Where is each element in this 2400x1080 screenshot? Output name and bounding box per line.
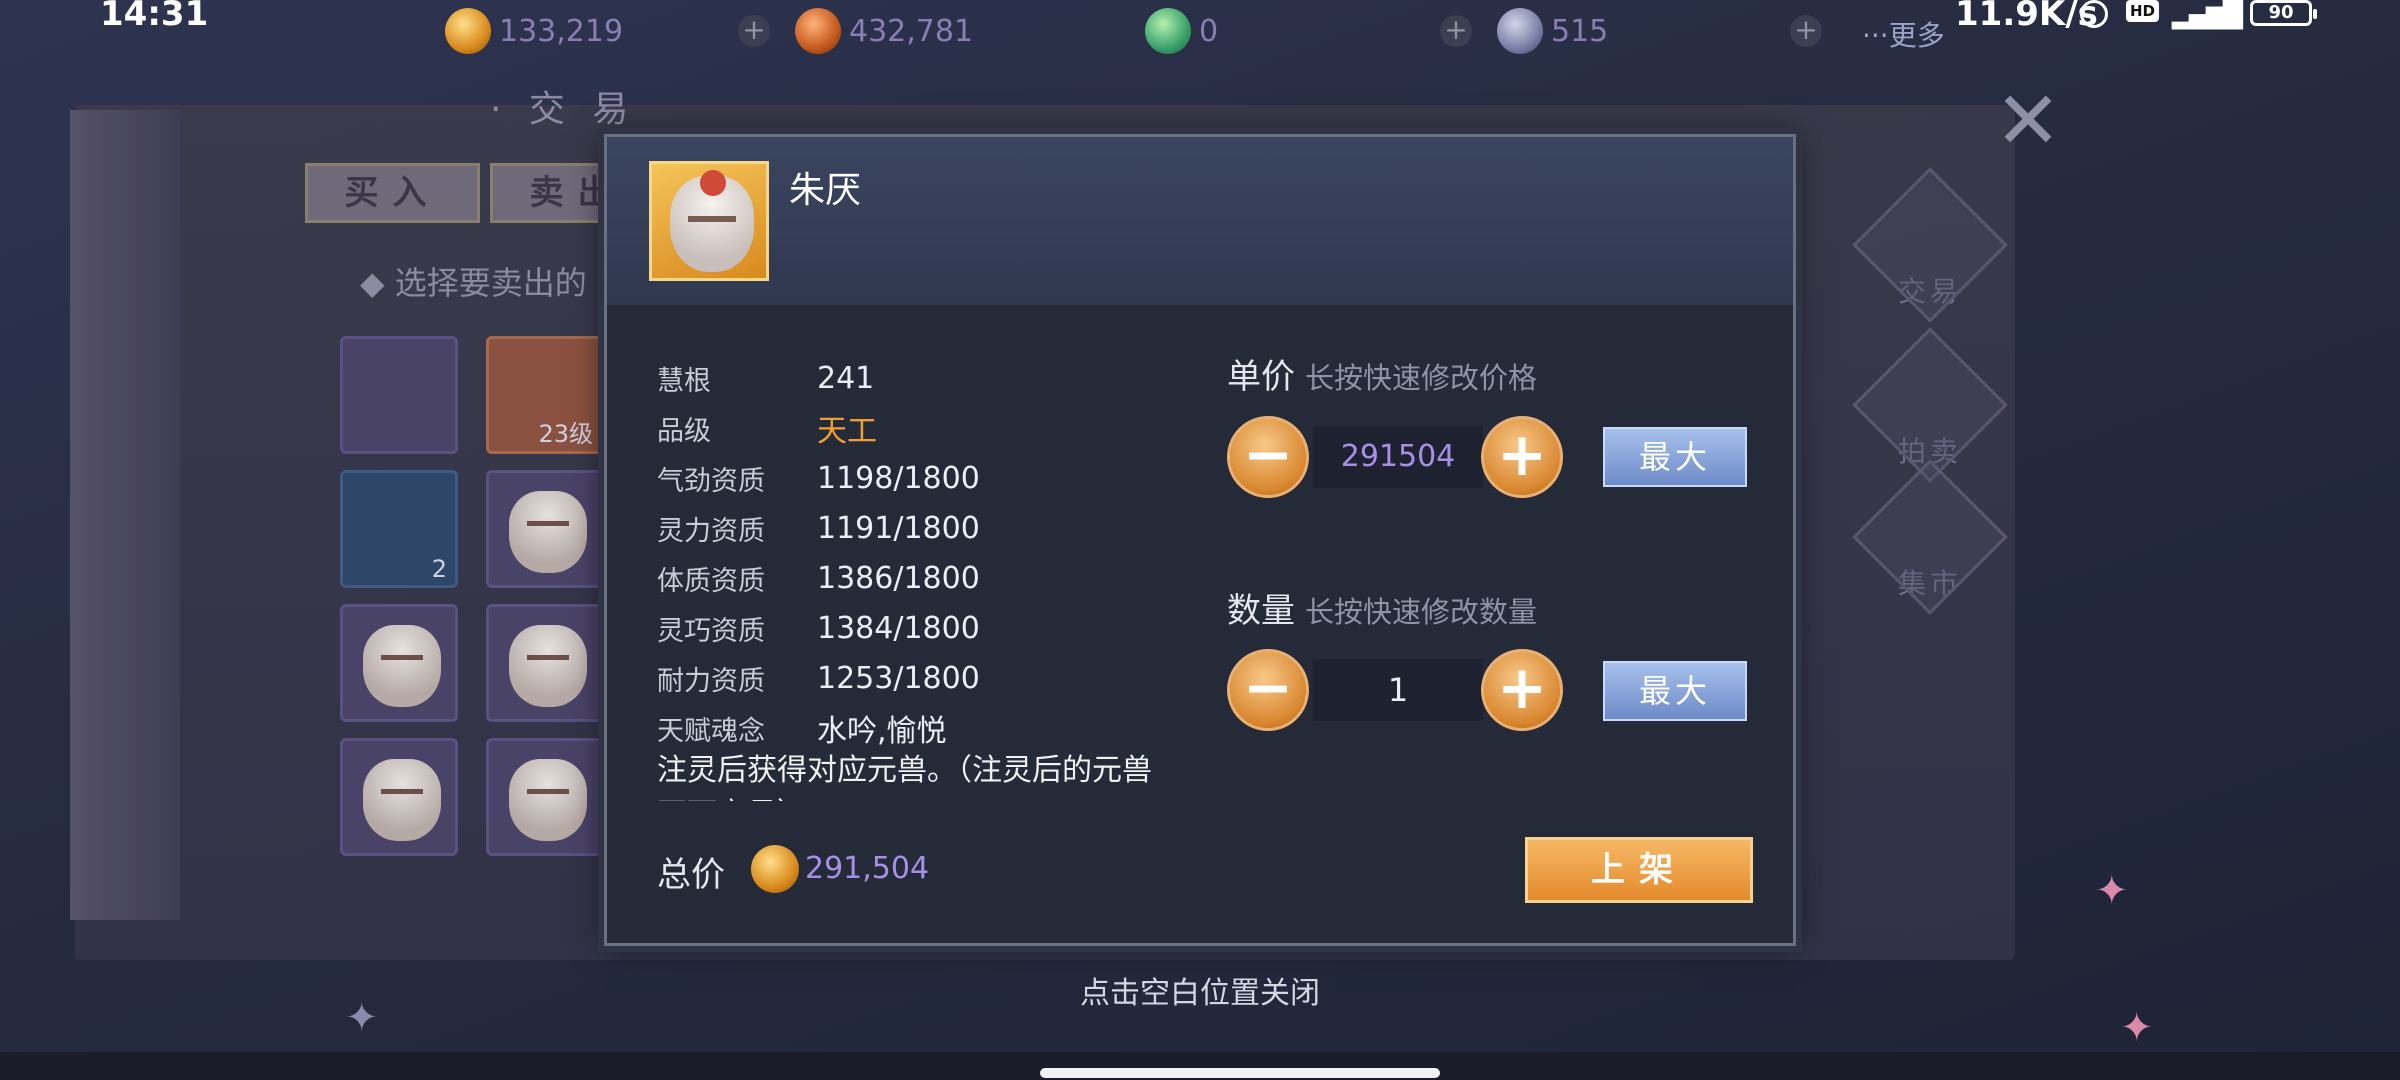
list-item-button[interactable]: 上架 <box>1525 837 1753 903</box>
slot-count: 2 <box>431 555 447 583</box>
currency-amount: 515 <box>1551 13 1609 49</box>
inventory-slot-orb[interactable]: 2 <box>340 470 458 588</box>
stat-label: 体质资质 <box>657 565 765 597</box>
stat-value: 1191/1800 <box>817 510 980 546</box>
select-sell-hint: ◆ 选择要卖出的 <box>360 264 587 302</box>
currency-amount: 432,781 <box>849 13 974 49</box>
stat-value: 水吟,愉悦 <box>817 714 947 749</box>
total-price-label: 总价 <box>657 855 725 895</box>
unit-price-title: 单价 <box>1227 357 1295 397</box>
nav-trade[interactable]: 交易 <box>1852 167 2008 323</box>
price-increase-button[interactable]: + <box>1481 416 1563 498</box>
quantity-max-button[interactable]: 最大 <box>1603 661 1747 721</box>
network-speed: 11.9K/s <box>1955 0 2098 34</box>
unit-price-input[interactable]: 291504 <box>1313 426 1483 488</box>
inventory-slot-pet[interactable] <box>340 604 458 722</box>
inventory-slot-pet[interactable] <box>486 604 604 722</box>
currency-stone: 515 <box>1497 8 1609 54</box>
currency-jade: 0 <box>1145 8 1219 54</box>
nav-auction[interactable]: 拍卖 <box>1852 327 2008 483</box>
inventory-slot-scroll[interactable] <box>340 336 458 454</box>
tab-buy[interactable]: 买入 <box>305 163 480 223</box>
stat-row: 气劲资质 1198/1800 <box>657 453 1177 503</box>
jade-icon <box>1145 8 1191 54</box>
quantity-hint: 长按快速修改数量 <box>1305 595 1538 629</box>
inventory-slot-pet[interactable] <box>340 738 458 856</box>
quantity-label: 数量 长按快速修改数量 <box>1227 583 1537 632</box>
pet-face-icon <box>363 625 441 707</box>
add-stone-button[interactable]: + <box>1790 15 1822 47</box>
stat-value: 1198/1800 <box>817 460 980 496</box>
dialog-header: 朱厌 <box>607 137 1793 305</box>
pet-description: 注灵后获得对应元兽。（注灵后的元兽不可交易） <box>657 753 1152 801</box>
stat-value: 1253/1800 <box>817 660 980 696</box>
unit-price-hint: 长按快速修改价格 <box>1305 361 1538 395</box>
currency-copper: 432,781 <box>795 8 974 54</box>
close-hint[interactable]: 点击空白位置关闭 <box>0 968 2400 1012</box>
stat-row: 体质资质 1386/1800 <box>657 553 1177 603</box>
close-panel-button[interactable]: ✕ <box>1985 78 2071 164</box>
stat-label: 灵力资质 <box>657 515 765 547</box>
stat-row: 耐力资质 1253/1800 <box>657 653 1177 703</box>
stat-label: 灵巧资质 <box>657 615 765 647</box>
pet-face-icon <box>363 759 441 841</box>
battery-icon: 90 <box>2250 0 2317 26</box>
hd-icon: HD <box>2126 0 2160 22</box>
stat-value: 1384/1800 <box>817 610 980 646</box>
stat-row: 天赋魂念 水吟,愉悦 <box>657 703 1177 753</box>
alarm-icon <box>2080 0 2108 28</box>
price-max-button[interactable]: 最大 <box>1603 427 1747 487</box>
inventory-slot-pet[interactable] <box>486 738 604 856</box>
slot-count: 23级 <box>538 420 593 448</box>
stat-value: 241 <box>817 360 875 396</box>
nav-market[interactable]: 集市 <box>1852 459 2008 615</box>
currency-amount: 133,219 <box>499 13 624 49</box>
stat-row: 灵力资质 1191/1800 <box>657 503 1177 553</box>
sparkle-decoration: ✦ <box>2095 868 2129 914</box>
quantity-increase-button[interactable]: + <box>1481 649 1563 731</box>
scroll-edge <box>70 110 180 920</box>
quantity-title: 数量 <box>1227 591 1295 631</box>
gold-coin-icon <box>445 8 491 54</box>
pet-face-icon <box>509 759 587 841</box>
gold-coin-icon <box>751 845 799 893</box>
stat-label: 天赋魂念 <box>657 715 765 747</box>
add-gold-button[interactable]: + <box>738 15 770 47</box>
trade-title: · 交 易 <box>490 89 637 130</box>
signal-icon: ▂▄▆█ <box>2172 0 2243 30</box>
stat-row: 灵巧资质 1384/1800 <box>657 603 1177 653</box>
quantity-decrease-button[interactable]: − <box>1227 649 1309 731</box>
more-button[interactable]: ···更多 <box>1862 14 1945 54</box>
stat-label: 品级 <box>657 415 711 447</box>
stat-label: 气劲资质 <box>657 465 765 497</box>
pet-stats: 慧根 241 品级 天工 气劲资质 1198/1800 灵力资质 1191/1800 体… <box>657 353 1177 753</box>
pet-name: 朱厌 <box>789 170 862 211</box>
inventory-slot-vase[interactable]: 23级 <box>486 336 604 454</box>
stat-row: 慧根 241 <box>657 353 1177 403</box>
select-sell-hint-text: 选择要卖出的 <box>394 264 587 302</box>
stat-value: 天工 <box>817 414 877 449</box>
pet-avatar <box>649 161 769 281</box>
home-indicator[interactable] <box>1040 1068 1440 1078</box>
pet-face-icon <box>509 491 587 573</box>
pet-face-icon <box>670 170 754 272</box>
stat-row: 品级 天工 <box>657 403 1177 453</box>
pet-face-icon <box>509 625 587 707</box>
price-decrease-button[interactable]: − <box>1227 416 1309 498</box>
stat-value: 1386/1800 <box>817 560 980 596</box>
listing-dialog: 朱厌 慧根 241 品级 天工 气劲资质 1198/1800 灵力资质 1191/180… <box>604 134 1796 946</box>
quantity-input[interactable]: 1 <box>1313 659 1483 721</box>
stat-label: 耐力资质 <box>657 665 765 697</box>
stone-icon <box>1497 8 1543 54</box>
inventory-slot-pet[interactable] <box>486 470 604 588</box>
total-price-value: 291,504 <box>805 851 930 886</box>
currency-gold: 133,219 <box>445 8 624 54</box>
copper-coin-icon <box>795 8 841 54</box>
add-jade-button[interactable]: + <box>1440 15 1472 47</box>
stat-label: 慧根 <box>657 365 711 397</box>
status-time: 14:31 <box>100 0 209 34</box>
unit-price-label: 单价 长按快速修改价格 <box>1227 349 1537 398</box>
currency-amount: 0 <box>1199 13 1219 49</box>
